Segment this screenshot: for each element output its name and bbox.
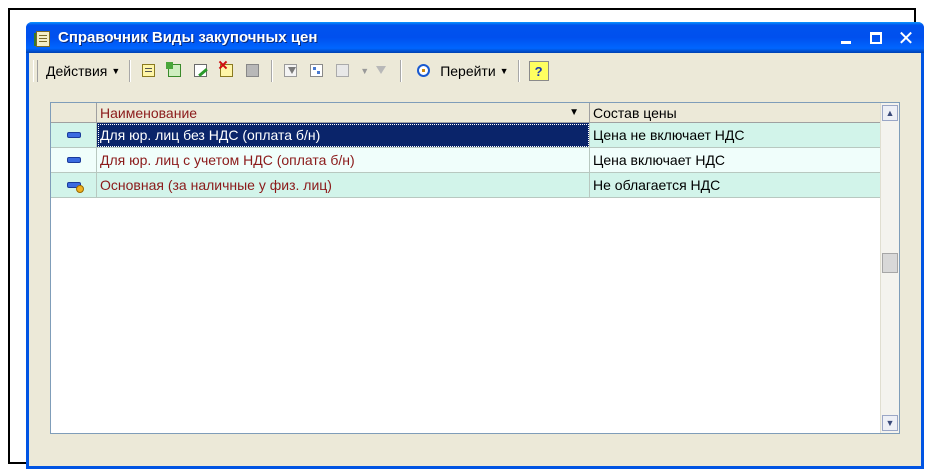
chevron-down-icon: ▼ [885,418,895,428]
predefined-item-icon [66,182,84,193]
sort-down-icon: ▼ [569,107,579,118]
row-name-cell[interactable]: Для юр. лиц без НДС (оплата б/н) [97,123,590,148]
header-name-label: Наименование [100,104,198,121]
refresh-goto-icon [414,61,434,81]
header-name[interactable]: Наименование ▼ [97,103,590,123]
row-name-cell[interactable]: Основная (за наличные у физ. лиц) [97,173,590,198]
chevron-up-icon: ▲ [885,108,895,118]
hierarchy-view-icon[interactable] [307,61,327,81]
mark-delete-icon[interactable] [217,61,237,81]
add-item-icon[interactable] [139,61,159,81]
row-icon-cell [51,173,97,198]
edit-item-icon[interactable] [191,61,211,81]
header-composition[interactable]: Состав цены [590,103,882,123]
minimize-button[interactable] [836,28,856,48]
close-button[interactable]: ✕ [896,28,916,48]
window-title: Справочник Виды закупочных цен [58,29,318,46]
scroll-thumb[interactable] [882,253,898,273]
row-icon-cell [51,123,97,148]
table-header: Наименование ▼ Состав цены [51,103,882,123]
maximize-icon [870,31,882,44]
vertical-scrollbar[interactable]: ▲ ▼ [880,103,899,433]
goto-label: Перейти [440,63,496,79]
header-composition-label: Состав цены [593,104,677,121]
goto-menu-button[interactable]: Перейти ▼ [407,59,512,83]
title-bar[interactable]: Справочник Виды закупочных цен ✕ [26,22,924,53]
catalog-window: Справочник Виды закупочных цен ✕ Действи… [26,22,924,469]
actions-menu-button[interactable]: Действия ▼ [42,59,124,83]
dropdown-arrow-icon[interactable]: ▼ [360,66,369,76]
scroll-down-button[interactable]: ▼ [882,415,898,431]
toolbar-separator [517,60,520,82]
item-icon [66,157,81,163]
maximize-button[interactable] [866,28,886,48]
help-button[interactable]: ? [528,61,549,81]
add-group-icon[interactable] [165,61,185,81]
header-icon-column[interactable] [51,103,97,123]
item-icon [66,132,81,138]
row-composition-cell[interactable]: Цена включает НДС [590,148,882,173]
toolbar-separator [271,60,274,82]
row-icon-cell [51,148,97,173]
table-row[interactable]: Для юр. лиц без НДС (оплата б/н) Цена не… [51,123,882,148]
copy-dropdown-icon[interactable] [333,61,353,81]
row-composition-cell[interactable]: Не облагается НДС [590,173,882,198]
toolbar-separator [129,60,132,82]
catalog-icon [34,30,52,47]
toolbar: Действия ▼ ▼ Перейти ▼ ? [31,56,917,86]
actions-label: Действия [46,63,108,79]
minimize-icon [841,41,851,44]
dropdown-arrow-icon: ▼ [499,66,509,76]
row-name-cell[interactable]: Для юр. лиц с учетом НДС (оплата б/н) [97,148,590,173]
save-disabled-icon[interactable] [243,61,263,81]
price-types-table[interactable]: Наименование ▼ Состав цены Для юр. лиц б… [50,102,900,434]
dropdown-arrow-icon: ▼ [111,66,121,76]
close-icon: ✕ [897,25,915,50]
table-row[interactable]: Основная (за наличные у физ. лиц) Не обл… [51,173,882,198]
toolbar-separator [400,60,403,82]
table-row[interactable]: Для юр. лиц с учетом НДС (оплата б/н) Це… [51,148,882,173]
clear-filter-icon[interactable] [372,61,392,81]
toolbar-grip[interactable] [33,60,38,82]
filter-icon[interactable] [281,61,301,81]
scroll-up-button[interactable]: ▲ [882,105,898,121]
row-composition-cell[interactable]: Цена не включает НДС [590,123,882,148]
